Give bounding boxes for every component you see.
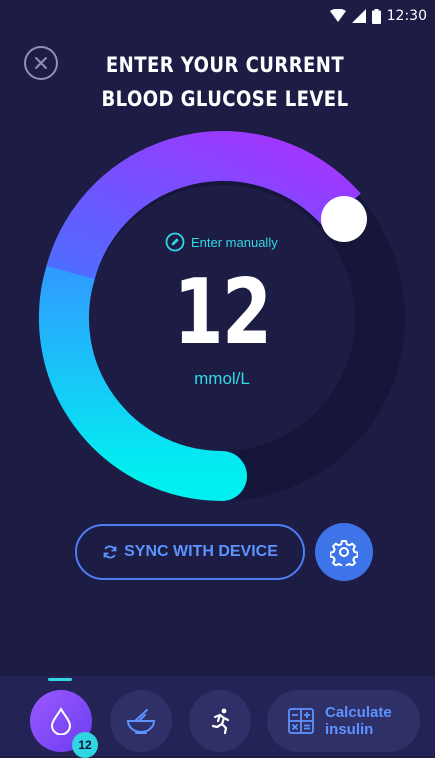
sync-label: SYNC WITH DEVICE <box>124 543 278 560</box>
gear-icon <box>330 540 358 566</box>
page-title: ENTER YOUR CURRENT BLOOD GLUCOSE LEVEL <box>101 53 349 111</box>
enter-manually-label: Enter manually <box>191 234 278 250</box>
glucose-value: 12 <box>173 260 273 365</box>
device-settings-button[interactable] <box>315 523 373 581</box>
sync-with-device-button[interactable]: SYNC WITH DEVICE <box>75 524 305 580</box>
signal-icon <box>351 9 366 23</box>
running-icon <box>211 708 230 735</box>
calculate-insulin-button[interactable]: Calculate insulin <box>267 690 420 752</box>
battery-icon <box>371 8 381 24</box>
calculator-icon <box>288 708 314 734</box>
nav-food[interactable] <box>110 690 172 752</box>
dial-handle[interactable] <box>321 196 367 242</box>
nav-activity[interactable] <box>189 690 251 752</box>
active-tab-indicator <box>48 678 72 681</box>
drop-icon <box>50 707 72 735</box>
calculate-insulin-label: Calculate insulin <box>325 704 392 738</box>
wifi-icon <box>329 9 346 22</box>
bowl-icon <box>126 709 156 734</box>
status-time: 12:30 <box>386 8 427 24</box>
glucose-badge: 12 <box>72 732 98 758</box>
sync-icon <box>103 545 117 559</box>
enter-manually-link[interactable]: Enter manually <box>165 232 278 252</box>
glucose-unit: mmol/L <box>194 369 250 388</box>
close-button[interactable] <box>24 46 58 80</box>
edit-icon <box>165 232 185 252</box>
status-bar: 12:30 <box>0 0 435 32</box>
close-icon <box>35 57 47 69</box>
